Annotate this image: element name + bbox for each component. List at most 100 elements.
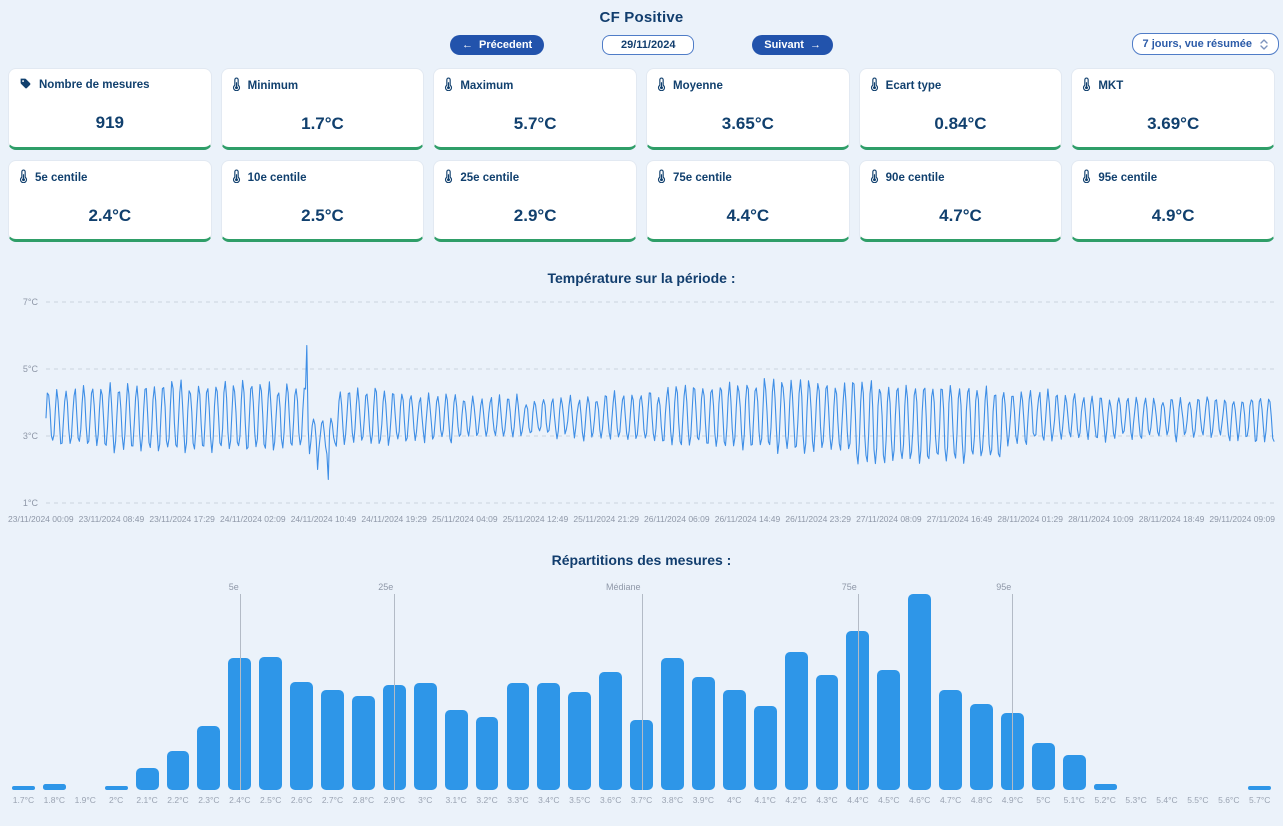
histogram-column: [39, 582, 70, 790]
histogram-bar: [259, 657, 282, 790]
x-tick-label: 24/11/2024 10:49: [291, 514, 357, 524]
stat-label: 25e centile: [460, 172, 519, 184]
stat-label: 10e centile: [248, 172, 307, 184]
temperature-line-chart: 7°C5°C3°C1°C: [0, 294, 1283, 512]
histogram-bar: [908, 594, 931, 790]
x-tick-label: 24/11/2024 02:09: [220, 514, 286, 524]
x-tick-label: 28/11/2024 01:29: [997, 514, 1063, 524]
histogram-x-label: 2.5°C: [255, 795, 286, 805]
histogram-column: [317, 582, 348, 790]
histogram-x-label: 5.3°C: [1121, 795, 1152, 805]
histogram-bar: [136, 768, 159, 790]
histogram-x-label: 5.7°C: [1244, 795, 1275, 805]
next-button[interactable]: Suivant →: [752, 35, 833, 55]
histogram-column: [1121, 582, 1152, 790]
line-chart-x-axis: 23/11/2024 00:0923/11/2024 08:4923/11/20…: [8, 514, 1275, 524]
histogram-x-label: 2.1°C: [132, 795, 163, 805]
x-tick-label: 27/11/2024 16:49: [927, 514, 993, 524]
histogram-column: [1152, 582, 1183, 790]
sort-chevrons-icon: [1260, 39, 1268, 50]
previous-button-label: Précedent: [479, 39, 532, 51]
histogram-bar: [877, 670, 900, 790]
thermometer-icon: [1082, 77, 1091, 94]
histogram-x-label: 3.4°C: [533, 795, 564, 805]
stat-value: 2.4°C: [19, 206, 201, 226]
histogram-x-label: 4.8°C: [966, 795, 997, 805]
percentile-marker: 95e: [1012, 594, 1013, 790]
histogram-bar: [43, 784, 66, 790]
stat-value: 2.5°C: [232, 206, 414, 226]
histogram-column: [1182, 582, 1213, 790]
x-tick-label: 28/11/2024 18:49: [1139, 514, 1205, 524]
histogram-bar: [939, 690, 962, 790]
histogram-x-label: 4.5°C: [873, 795, 904, 805]
histogram-bar: [568, 692, 591, 790]
navigation-bar: ← Précedent Suivant → 7 jours, vue résum…: [0, 34, 1283, 56]
bar-chart-title: Répartitions des mesures :: [0, 552, 1283, 568]
page-title: CF Positive: [0, 0, 1283, 26]
histogram-column: [533, 582, 564, 790]
percentile-marker-label: Médiane: [606, 582, 641, 592]
histogram-bar: [816, 675, 839, 790]
histogram-x-label: 1.7°C: [8, 795, 39, 805]
histogram-column: [750, 582, 781, 790]
histogram-column: [472, 582, 503, 790]
histogram-x-label: 2.8°C: [348, 795, 379, 805]
range-select-value: 7 jours, vue résumée: [1143, 38, 1252, 50]
thermometer-icon: [232, 169, 241, 186]
dashboard: CF Positive ← Précedent Suivant → 7 jour…: [0, 0, 1283, 805]
histogram-bar: [537, 683, 560, 790]
histogram-bar: [1094, 784, 1117, 790]
thermometer-icon: [232, 77, 241, 94]
histogram-x-label: 2.7°C: [317, 795, 348, 805]
histogram-bar: [507, 683, 530, 790]
histogram-column: [1028, 582, 1059, 790]
histogram-bar: [321, 690, 344, 790]
line-chart-title: Température sur la période :: [0, 270, 1283, 286]
previous-button[interactable]: ← Précedent: [450, 35, 544, 55]
x-tick-label: 28/11/2024 10:09: [1068, 514, 1134, 524]
stat-card: 75e centile4.4°C: [646, 160, 850, 242]
histogram-x-label: 3.6°C: [595, 795, 626, 805]
svg-text:1°C: 1°C: [23, 498, 39, 508]
thermometer-icon: [870, 77, 879, 94]
histogram-column: [8, 582, 39, 790]
histogram-x-label: 5.2°C: [1090, 795, 1121, 805]
histogram-x-label: 3°C: [410, 795, 441, 805]
histogram-x-label: 5.4°C: [1152, 795, 1183, 805]
x-tick-label: 23/11/2024 00:09: [8, 514, 74, 524]
thermometer-icon: [19, 169, 28, 186]
histogram-bar: [352, 696, 375, 790]
x-tick-label: 23/11/2024 17:29: [149, 514, 215, 524]
thermometer-icon: [657, 77, 666, 94]
histogram-column: [657, 582, 688, 790]
histogram-column: [132, 582, 163, 790]
stat-label: MKT: [1098, 80, 1123, 92]
date-input[interactable]: [602, 35, 694, 55]
stat-card: Moyenne3.65°C: [646, 68, 850, 150]
stat-value: 2.9°C: [444, 206, 626, 226]
histogram-x-label: 4.7°C: [935, 795, 966, 805]
thermometer-icon: [657, 169, 666, 186]
stat-card: Ecart type0.84°C: [859, 68, 1063, 150]
stat-label: 75e centile: [673, 172, 732, 184]
histogram-x-label: 5°C: [1028, 795, 1059, 805]
stat-label: Nombre de mesures: [39, 79, 150, 91]
histogram-x-label: 1.9°C: [70, 795, 101, 805]
histogram-bar: [476, 717, 499, 790]
histogram-column: [781, 582, 812, 790]
histogram-x-label: 5.6°C: [1213, 795, 1244, 805]
histogram-column: [441, 582, 472, 790]
stat-card: 90e centile4.7°C: [859, 160, 1063, 242]
stat-card: 95e centile4.9°C: [1071, 160, 1275, 242]
histogram-bar: [723, 690, 746, 790]
range-select[interactable]: 7 jours, vue résumée: [1132, 33, 1279, 55]
stat-card: Maximum5.7°C: [433, 68, 637, 150]
thermometer-icon: [444, 77, 453, 94]
x-tick-label: 26/11/2024 23:29: [785, 514, 851, 524]
histogram-x-label: 5.1°C: [1059, 795, 1090, 805]
stat-value: 919: [19, 113, 201, 133]
stat-value: 1.7°C: [232, 114, 414, 134]
next-button-label: Suivant: [764, 39, 804, 51]
histogram-bar: [445, 710, 468, 790]
